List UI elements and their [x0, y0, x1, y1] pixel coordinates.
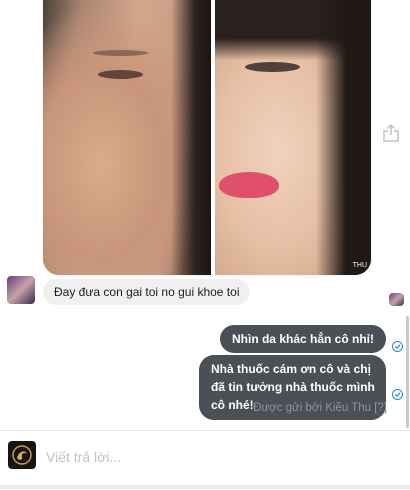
message-text: Đay đưa con gai toi no gui khoe toi	[54, 285, 240, 299]
photo-detail	[316, 0, 371, 275]
photo-watermark: THU	[352, 262, 367, 269]
share-icon[interactable]	[380, 122, 402, 144]
sender-avatar[interactable]	[7, 276, 35, 304]
check-circle-icon	[392, 389, 403, 400]
photo-detail	[93, 50, 148, 56]
page-avatar	[8, 441, 36, 469]
bottom-edge	[0, 485, 410, 489]
photo-after: THU	[215, 0, 371, 275]
check-circle-icon	[392, 341, 403, 352]
photo-detail	[171, 0, 211, 275]
photo-detail	[219, 172, 279, 198]
photo-detail	[245, 62, 300, 72]
photo-before	[43, 0, 211, 275]
sent-by-label[interactable]: Được gửi bởi Kiều Thu [?]	[253, 402, 387, 414]
photo-detail	[98, 70, 143, 79]
incoming-message: Đay đưa con gai toi no gui khoe toi	[43, 279, 251, 305]
shared-photo[interactable]: THU	[43, 0, 371, 275]
message-text: Nhìn da khác hẳn cô nhỉ!	[231, 332, 374, 346]
seen-by-avatar	[389, 293, 404, 306]
scrollbar[interactable]	[406, 316, 409, 428]
reply-input[interactable]	[44, 446, 388, 468]
outgoing-message: Nhìn da khác hẳn cô nhỉ!	[219, 325, 386, 353]
